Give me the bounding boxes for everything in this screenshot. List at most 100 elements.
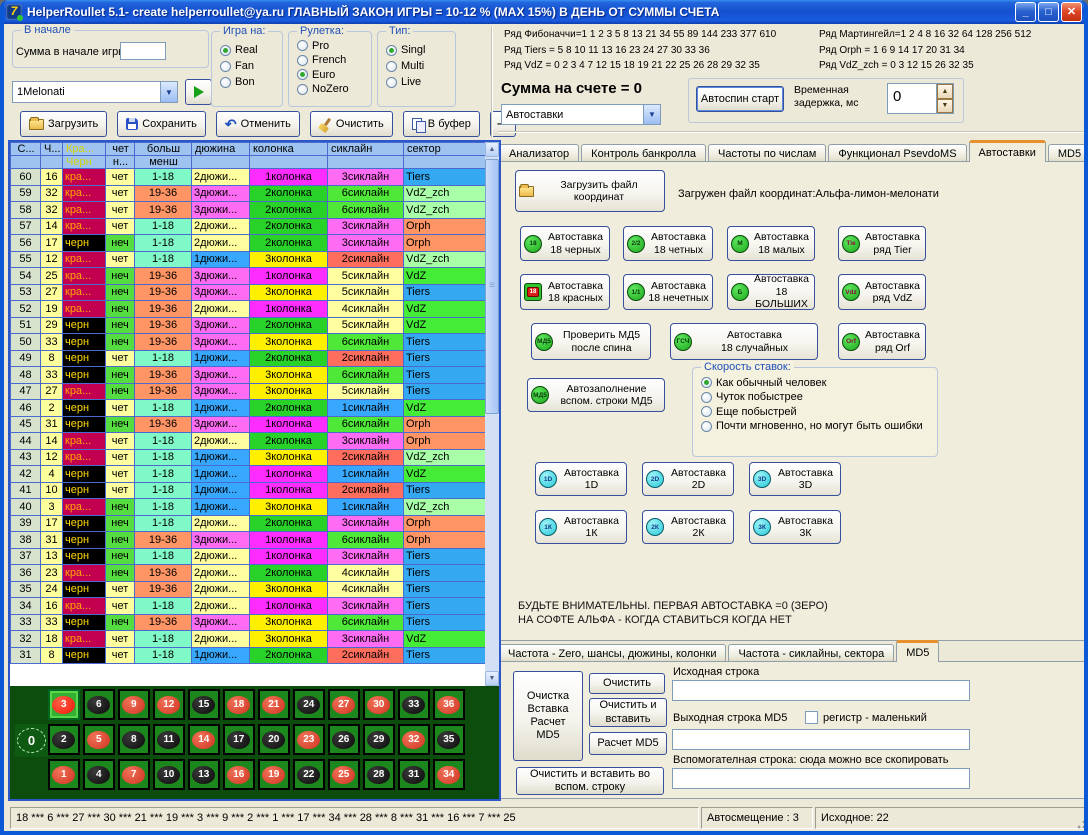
radio-option[interactable]: French <box>297 54 371 66</box>
table-row[interactable]: 4312кра...чет1-181дюжи...3колонка2сиклай… <box>11 449 486 466</box>
tab-частоты-по-числам[interactable]: Частоты по числам <box>708 144 826 162</box>
table-scrollbar[interactable]: ▲ ▼ <box>485 142 499 686</box>
radio-icon[interactable] <box>386 77 397 88</box>
autobet-2d-button[interactable]: 2DАвтоставка2D <box>642 462 734 496</box>
board-number-11[interactable]: 11 <box>153 724 185 755</box>
close-button[interactable]: ✕ <box>1061 2 1082 22</box>
radio-option[interactable]: Почти мгновенно, но могут быть ошибки <box>701 420 937 432</box>
tab-контроль-банкролла[interactable]: Контроль банкролла <box>581 144 706 162</box>
board-number-2[interactable]: 2 <box>48 724 80 755</box>
board-number-15[interactable]: 15 <box>188 689 220 720</box>
table-row[interactable]: 3333черннеч19-363дюжи...3колонка6сиклайн… <box>11 614 486 631</box>
play-button[interactable] <box>185 79 212 105</box>
radio-option[interactable]: Pro <box>297 40 371 52</box>
autobet-row-tier-button[interactable]: TieАвтоставкаряд Tier <box>838 226 926 261</box>
board-number-24[interactable]: 24 <box>293 689 325 720</box>
calc-md5-button[interactable]: Расчет MD5 <box>589 732 667 755</box>
autobet-1k-button[interactable]: 1КАвтоставка1К <box>535 510 627 544</box>
board-number-18[interactable]: 18 <box>223 689 255 720</box>
radio-icon[interactable] <box>297 84 308 95</box>
board-number-17[interactable]: 17 <box>223 724 255 755</box>
resize-grip[interactable] <box>1074 817 1087 830</box>
table-row[interactable]: 5714кра...чет1-182дюжи...2колонка3сиклай… <box>11 218 486 235</box>
table-row[interactable]: 3917черннеч1-182дюжи...2колонка3сиклайнO… <box>11 515 486 532</box>
board-number-6[interactable]: 6 <box>83 689 115 720</box>
minimize-button[interactable]: _ <box>1015 2 1036 22</box>
board-number-33[interactable]: 33 <box>398 689 430 720</box>
radio-icon[interactable] <box>701 377 712 388</box>
table-row[interactable]: 5033черннеч19-363дюжи...3колонка6сиклайн… <box>11 334 486 351</box>
board-number-0[interactable]: 0 <box>15 724 48 757</box>
table-row[interactable]: 5425кра...неч19-363дюжи...1колонка5сикла… <box>11 268 486 285</box>
autobet-1d-button[interactable]: 1DАвтоставка1D <box>535 462 627 496</box>
radio-option[interactable]: Multi <box>386 60 455 72</box>
board-number-3[interactable]: 3 <box>48 689 80 720</box>
table-row[interactable]: 6016кра...чет1-182дюжи...1колонка3сиклай… <box>11 169 486 186</box>
board-number-28[interactable]: 28 <box>363 759 395 790</box>
board-number-31[interactable]: 31 <box>398 759 430 790</box>
table-row[interactable]: 3524чернчет19-362дюжи...3колонка4сиклайн… <box>11 581 486 598</box>
table-row[interactable]: 424чернчет1-181дюжи...1колонка1сиклайнVd… <box>11 466 486 483</box>
table-row[interactable]: 5932кра...чет19-363дюжи...2колонка6сикла… <box>11 185 486 202</box>
radio-option[interactable]: Еще побыстрей <box>701 406 937 418</box>
toolbar-undo-button[interactable]: ↶Отменить <box>216 111 300 137</box>
table-row[interactable]: 3416кра...чет1-182дюжи...1колонка3сиклай… <box>11 598 486 615</box>
board-number-5[interactable]: 5 <box>83 724 115 755</box>
spinner-up-icon[interactable]: ▲ <box>937 84 953 99</box>
clear-paste-button[interactable]: Очистить и вставить <box>589 698 667 727</box>
radio-option[interactable]: NoZero <box>297 83 371 95</box>
load-coords-file-button[interactable]: Загрузить файлкоординат <box>515 170 665 212</box>
source-string-input[interactable] <box>672 680 970 701</box>
tab-автоставки[interactable]: Автоставки <box>969 140 1046 162</box>
radio-option[interactable]: Singl <box>386 44 455 56</box>
board-number-13[interactable]: 13 <box>188 759 220 790</box>
tab-частота-zero-шансы-дюжины-колонки[interactable]: Частота - Zero, шансы, дюжины, колонки <box>498 644 726 662</box>
table-row[interactable]: 462чернчет1-181дюжи...2колонка1сиклайнVd… <box>11 400 486 417</box>
autobet-row-vdz-button[interactable]: VdzАвтоставкаряд VdZ <box>838 274 926 310</box>
check-md5-after-spin-button[interactable]: МД5Проверить МД5после спина <box>531 323 651 360</box>
board-number-23[interactable]: 23 <box>293 724 325 755</box>
board-number-8[interactable]: 8 <box>118 724 150 755</box>
start-sum-input[interactable] <box>120 42 166 60</box>
table-row[interactable]: 4833черннеч19-363дюжи...3колонка6сиклайн… <box>11 367 486 384</box>
table-row[interactable]: 4414кра...чет1-182дюжи...2колонка3сиклай… <box>11 433 486 450</box>
tab-анализатор[interactable]: Анализатор <box>499 144 579 162</box>
tab-md5[interactable]: MD5 <box>896 640 939 662</box>
autospin-start-button[interactable]: Автоспин старт <box>696 86 784 112</box>
board-number-30[interactable]: 30 <box>363 689 395 720</box>
tab-частота-сиклайны-сектора[interactable]: Частота - сиклайны, сектора <box>728 644 894 662</box>
board-number-26[interactable]: 26 <box>328 724 360 755</box>
tab-функционал-psevdoms[interactable]: Функционал PsevdoMS <box>828 144 966 162</box>
table-row[interactable]: 4531черннеч19-363дюжи...1колонка6сиклайн… <box>11 416 486 433</box>
board-number-14[interactable]: 14 <box>188 724 220 755</box>
clear-button[interactable]: Очистить <box>589 673 665 694</box>
table-row[interactable]: 3831черннеч19-363дюжи...1колонка6сиклайн… <box>11 532 486 549</box>
radio-icon[interactable] <box>220 61 231 72</box>
delay-spinner[interactable]: 0 ▲ ▼ <box>887 83 954 114</box>
toolbar-broom-button[interactable]: Очистить <box>310 111 393 137</box>
radio-option[interactable]: Bon <box>220 76 282 88</box>
table-row[interactable]: 5219кра...неч19-362дюжи...1колонка4сикла… <box>11 301 486 318</box>
board-number-16[interactable]: 16 <box>223 759 255 790</box>
radio-icon[interactable] <box>701 421 712 432</box>
radio-option[interactable]: Как обычный человек <box>701 377 937 389</box>
autobet-row-orf-button[interactable]: OrfАвтоставкаряд Orf <box>838 323 926 360</box>
scroll-up-icon[interactable]: ▲ <box>485 142 499 157</box>
autobet-18-red-button[interactable]: 18Автоставка18 красных <box>520 274 610 310</box>
radio-option[interactable]: Live <box>386 76 455 88</box>
scroll-down-icon[interactable]: ▼ <box>485 671 499 686</box>
tab-md5[interactable]: MD5 <box>1048 144 1088 162</box>
radio-option[interactable]: Чуток побыстрее <box>701 391 937 403</box>
table-row[interactable]: 318чернчет1-181дюжи...2колонка2сиклайнTi… <box>11 647 486 664</box>
maximize-button[interactable]: □ <box>1038 2 1059 22</box>
board-number-1[interactable]: 1 <box>48 759 80 790</box>
board-number-34[interactable]: 34 <box>433 759 465 790</box>
output-string-input[interactable] <box>672 729 970 750</box>
radio-icon[interactable] <box>386 45 397 56</box>
register-checkbox[interactable] <box>805 711 818 724</box>
autofill-md5-aux-string-button[interactable]: МД5Автозаполнениевспом. строки МД5 <box>527 378 665 412</box>
table-row[interactable]: 4727кра...неч19-363дюжи...3колонка5сикла… <box>11 383 486 400</box>
spinner-down-icon[interactable]: ▼ <box>937 99 953 114</box>
board-number-35[interactable]: 35 <box>433 724 465 755</box>
board-number-32[interactable]: 32 <box>398 724 430 755</box>
